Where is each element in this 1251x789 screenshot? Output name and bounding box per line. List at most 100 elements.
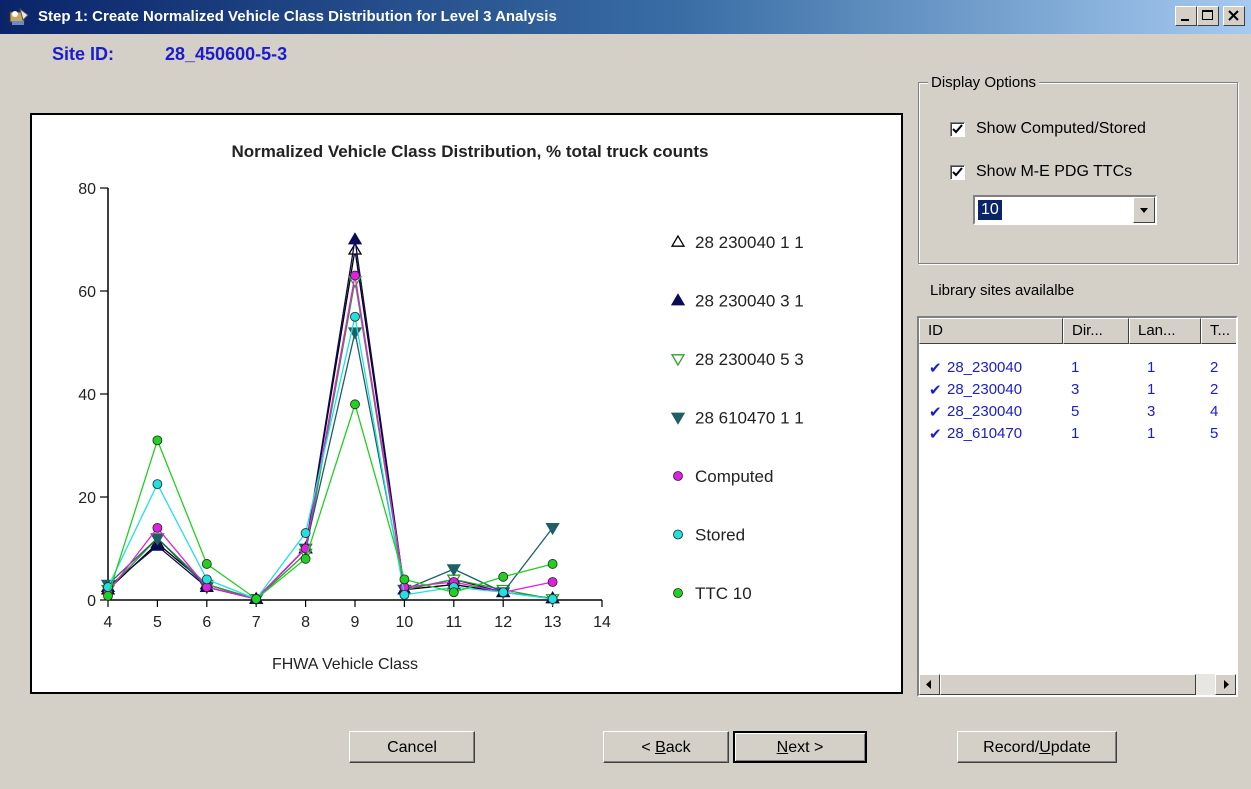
scroll-left-button[interactable]: [919, 674, 940, 695]
y-tick-label: 20: [78, 490, 96, 507]
column-header-id[interactable]: ID: [919, 318, 1063, 344]
series-line: [107, 332, 554, 600]
checkmark-icon: [952, 167, 963, 177]
scroll-thumb[interactable]: [940, 674, 1196, 695]
x-tick-label: 8: [301, 614, 310, 631]
record-update-button[interactable]: Record/Update: [957, 731, 1117, 763]
legend-label: 28 610470 1 1: [695, 409, 804, 428]
site-id-cell: 28_610470: [947, 425, 1023, 442]
legend-label: 28 230040 3 1: [695, 292, 804, 311]
back-prefix: <: [641, 739, 656, 756]
back-button[interactable]: < Back: [603, 731, 729, 763]
library-sites-list[interactable]: ID Dir... Lan... T... ✔ 28_230040 1 1 2 …: [917, 316, 1238, 697]
x-tick-label: 14: [593, 614, 611, 631]
x-tick-label: 13: [544, 614, 562, 631]
next-rest: ext >: [788, 739, 824, 756]
x-tick-label: 4: [104, 614, 113, 631]
next-button[interactable]: Next >: [733, 731, 867, 763]
x-tick-label: 10: [396, 614, 414, 631]
legend-label: TTC 10: [695, 584, 752, 603]
checkmark-icon: ✔: [929, 382, 942, 399]
window-title: Step 1: Create Normalized Vehicle Class …: [38, 8, 557, 25]
horizontal-scrollbar[interactable]: [919, 674, 1236, 695]
lane-cell: 3: [1147, 403, 1156, 420]
back-rest: ack: [665, 739, 691, 756]
show-computed-label[interactable]: Show Computed/Stored: [976, 120, 1146, 138]
list-item[interactable]: ✔ 28_610470 1 1 5: [919, 423, 1236, 445]
checkmark-icon: [952, 124, 963, 134]
title-bar[interactable]: Step 1: Create Normalized Vehicle Class …: [0, 0, 1251, 34]
ttc-select[interactable]: 10: [973, 195, 1157, 225]
y-tick-label: 80: [78, 181, 96, 198]
dir-cell: 5: [1071, 403, 1080, 420]
data-point: [446, 564, 461, 577]
library-sites-label: Library sites availalbe: [930, 282, 1075, 299]
data-point: [300, 528, 311, 538]
chart-title: Normalized Vehicle Class Distribution, %…: [231, 142, 708, 161]
list-item[interactable]: ✔ 28_230040 3 1 2: [919, 379, 1236, 401]
minimize-button[interactable]: [1175, 6, 1197, 26]
show-computed-checkbox[interactable]: [950, 122, 965, 137]
minimize-icon: [1181, 19, 1189, 21]
data-point: [347, 242, 363, 255]
ttc-selected-value: 10: [978, 200, 1002, 220]
t-cell: 5: [1210, 425, 1219, 442]
data-point: [103, 590, 113, 601]
list-item[interactable]: ✔ 28_230040 1 1 2: [919, 357, 1236, 379]
lane-cell: 1: [1147, 381, 1156, 398]
display-options-label: Display Options: [928, 74, 1040, 91]
x-tick-label: 11: [445, 614, 462, 631]
site-id-label: Site ID:: [52, 44, 115, 64]
data-point: [347, 232, 363, 245]
legend-marker: [670, 234, 686, 247]
show-ttc-checkbox[interactable]: [950, 165, 965, 180]
data-point: [498, 571, 509, 582]
data-point: [547, 594, 558, 604]
chevron-down-icon: [1140, 208, 1148, 213]
data-point: [201, 574, 212, 585]
checkmark-icon: ✔: [929, 404, 942, 421]
ttc-dropdown-button[interactable]: [1133, 197, 1155, 223]
close-button[interactable]: [1223, 6, 1245, 26]
list-item[interactable]: ✔ 28_230040 5 3 4: [919, 401, 1236, 423]
y-tick-label: 40: [78, 387, 96, 404]
column-header-dir[interactable]: Dir...: [1063, 318, 1129, 344]
data-point: [251, 594, 262, 604]
checkmark-icon: ✔: [929, 360, 942, 377]
site-id-value: 28_450600-5-3: [165, 44, 288, 64]
legend-marker: [670, 412, 686, 425]
next-button-label: Next >: [777, 739, 824, 756]
legend-label: Computed: [695, 467, 773, 486]
scroll-right-button[interactable]: [1215, 674, 1236, 695]
app-icon: [9, 7, 29, 25]
x-tick-label: 7: [252, 614, 261, 631]
back-access-key: B: [655, 739, 666, 756]
y-tick-label: 60: [78, 284, 96, 301]
site-id-cell: 28_230040: [947, 403, 1023, 420]
data-point: [152, 435, 163, 446]
dir-cell: 3: [1071, 381, 1080, 398]
data-point: [152, 522, 163, 533]
data-point: [350, 311, 360, 322]
lane-cell: 1: [1147, 425, 1156, 442]
data-point: [547, 577, 558, 587]
legend-marker: [670, 354, 686, 367]
dialog-window: Step 1: Create Normalized Vehicle Class …: [0, 0, 1251, 789]
column-header-lane[interactable]: Lan...: [1129, 318, 1201, 344]
data-point: [350, 399, 360, 410]
y-tick-label: 0: [87, 593, 96, 610]
show-ttc-label[interactable]: Show M-E PDG TTCs: [976, 163, 1132, 181]
x-axis-label: FHWA Vehicle Class: [272, 656, 418, 673]
x-tick-label: 6: [202, 614, 211, 631]
series-line: [107, 316, 553, 600]
maximize-icon: [1202, 10, 1213, 20]
vehicle-class-chart: Normalized Vehicle Class Distribution, %…: [78, 142, 804, 673]
column-header-t[interactable]: T...: [1201, 318, 1236, 344]
dir-cell: 1: [1071, 359, 1080, 376]
t-cell: 2: [1210, 381, 1219, 398]
cancel-button[interactable]: Cancel: [349, 731, 475, 763]
chart-panel: Normalized Vehicle Class Distribution, %…: [30, 113, 903, 694]
maximize-button[interactable]: [1197, 6, 1219, 26]
series-line: [107, 402, 553, 600]
cancel-button-label: Cancel: [387, 739, 437, 756]
